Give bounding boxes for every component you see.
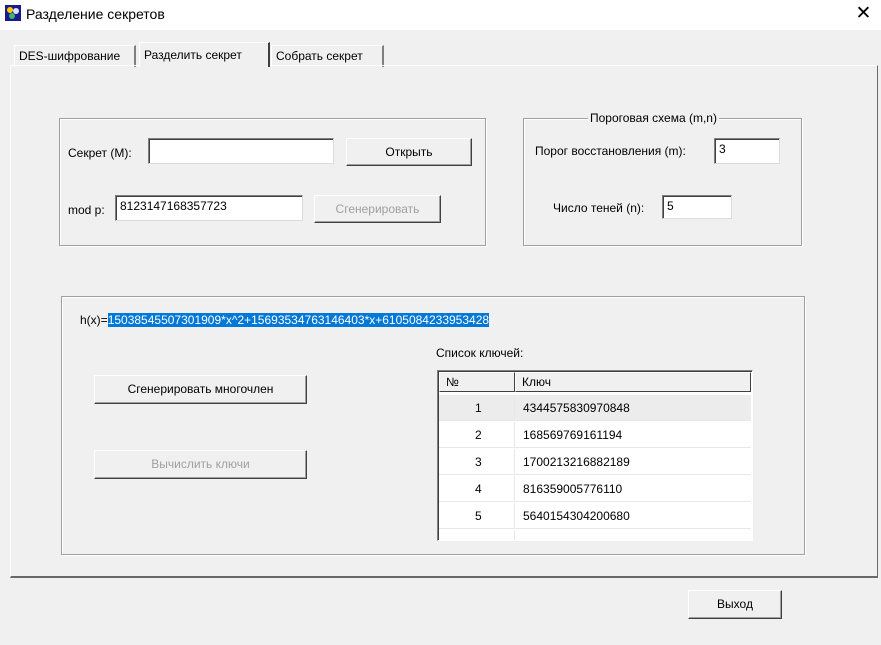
column-header-number[interactable]: № <box>439 372 515 392</box>
tab-label: DES-шифрование <box>19 49 121 63</box>
key-index: 1 <box>439 395 515 420</box>
compute-keys-button[interactable]: Вычислить ключи <box>94 450 307 479</box>
key-index-empty <box>439 530 515 540</box>
key-value: 5640154304200680 <box>523 509 630 523</box>
restore-threshold-input[interactable]: 3 <box>714 138 780 164</box>
secret-label: Секрет (М): <box>68 146 132 160</box>
polynomial-display[interactable]: h(x)=15038545507301909*x^2+1569353476314… <box>80 313 490 327</box>
exit-button[interactable]: Выход <box>688 590 782 619</box>
tab-combine-secret[interactable]: Собрать секрет <box>271 45 384 67</box>
key-value: 816359005776110 <box>523 482 623 496</box>
generate-polynomial-button[interactable]: Сгенерировать многочлен <box>94 375 307 404</box>
key-index: 2 <box>439 422 515 447</box>
mod-label: mod p: <box>68 203 105 217</box>
close-icon: ✕ <box>855 3 872 24</box>
key-index: 4 <box>439 476 515 501</box>
key-list-label: Список ключей: <box>436 346 524 360</box>
open-button[interactable]: Открыть <box>346 138 472 166</box>
tab-label: Разделить секрет <box>144 48 242 62</box>
mod-input[interactable]: 8123147168357723 <box>115 195 303 221</box>
shadows-count-label: Число теней (n): <box>553 201 645 215</box>
key-index: 3 <box>439 449 515 474</box>
close-button[interactable]: ✕ <box>846 0 881 30</box>
list-item[interactable]: 3 1700213216882189 <box>439 449 751 475</box>
list-item-empty <box>439 530 751 540</box>
key-value: 4344575830970848 <box>523 401 630 415</box>
window-title: Разделение секретов <box>26 6 165 22</box>
list-item[interactable]: 4 816359005776110 <box>439 476 751 502</box>
list-item[interactable]: 1 4344575830970848 <box>439 395 751 421</box>
key-value: 168569769161194 <box>523 428 623 442</box>
key-index: 5 <box>439 503 515 528</box>
polynomial-expression[interactable]: 15038545507301909*x^2+15693534763146403*… <box>107 313 490 327</box>
generate-mod-button[interactable]: Сгенерировать <box>314 195 441 223</box>
app-icon <box>5 5 21 21</box>
secret-input[interactable] <box>148 138 334 164</box>
tab-label: Собрать секрет <box>276 49 363 63</box>
key-value: 1700213216882189 <box>523 455 630 469</box>
threshold-group-title: Пороговая схема (m,n) <box>588 111 719 125</box>
shadows-count-input[interactable]: 5 <box>662 195 732 219</box>
list-item[interactable]: 2 168569769161194 <box>439 422 751 448</box>
list-item[interactable]: 5 5640154304200680 <box>439 503 751 529</box>
restore-threshold-label: Порог восстановления (m): <box>535 144 686 158</box>
tab-split-secret[interactable]: Разделить секрет <box>139 42 270 67</box>
tab-des-encryption[interactable]: DES-шифрование <box>14 45 136 67</box>
keys-list[interactable]: № Ключ 1 4344575830970848 2 168569769161… <box>437 370 753 541</box>
polynomial-prefix: h(x)= <box>80 313 108 327</box>
column-header-key[interactable]: Ключ <box>515 372 751 392</box>
title-bar: Разделение секретов ✕ <box>0 0 881 30</box>
